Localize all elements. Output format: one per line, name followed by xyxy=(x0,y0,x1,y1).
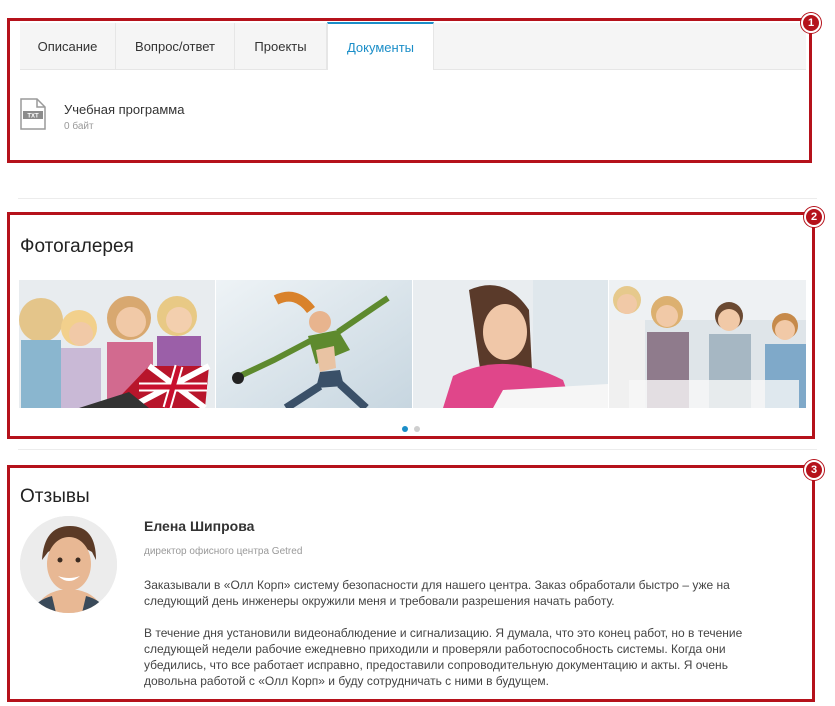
tab-faq[interactable]: Вопрос/ответ xyxy=(116,23,235,69)
annotation-badge-2: 2 xyxy=(804,207,824,227)
annotation-badge-1: 1 xyxy=(801,13,821,33)
carousel-dot-2[interactable] xyxy=(414,426,420,432)
tab-documents[interactable]: Документы xyxy=(327,22,434,70)
document-title[interactable]: Учебная программа xyxy=(64,102,184,117)
dancer-photo[interactable] xyxy=(215,280,412,408)
reviewer-name: Елена Шипрова xyxy=(144,518,255,534)
txt-file-icon: TXT xyxy=(20,98,46,130)
children-with-laptop-photo[interactable] xyxy=(19,280,215,408)
divider xyxy=(18,449,817,450)
tab-description[interactable]: Описание xyxy=(20,23,116,69)
photo-carousel[interactable] xyxy=(19,280,807,408)
reviews-section: Отзывы Елена Шипрова директор офисного ц… xyxy=(7,460,824,702)
reviewer-role: директор офисного центра Getred xyxy=(144,546,303,557)
tabs-section: Описание Вопрос/ответ Проекты Документы … xyxy=(7,13,821,163)
review-paragraph: Заказывали в «Олл Корп» систему безопасн… xyxy=(144,578,730,608)
reviewer-avatar xyxy=(20,516,117,613)
carousel-dot-1[interactable] xyxy=(402,426,408,432)
annotation-badge-3: 3 xyxy=(804,460,824,480)
review-paragraph: В течение дня установили видеонаблюдение… xyxy=(144,626,743,688)
student-writing-photo[interactable] xyxy=(412,280,609,408)
txt-file-icon-label: TXT xyxy=(27,114,39,120)
students-group-photo[interactable] xyxy=(609,280,806,408)
tab-bar: Описание Вопрос/ответ Проекты Документы xyxy=(20,22,806,70)
document-item[interactable]: TXT Учебная программа 0 байт xyxy=(20,98,184,132)
tab-projects[interactable]: Проекты xyxy=(235,23,327,69)
divider xyxy=(18,198,817,199)
gallery-section: Фотогалерея 2 xyxy=(7,207,824,439)
review-item: Елена Шипрова директор офисного центра G… xyxy=(144,518,764,689)
gallery-title: Фотогалерея xyxy=(20,236,134,257)
reviews-title: Отзывы xyxy=(20,486,90,507)
document-size: 0 байт xyxy=(64,121,94,132)
carousel-pagination xyxy=(10,426,812,432)
